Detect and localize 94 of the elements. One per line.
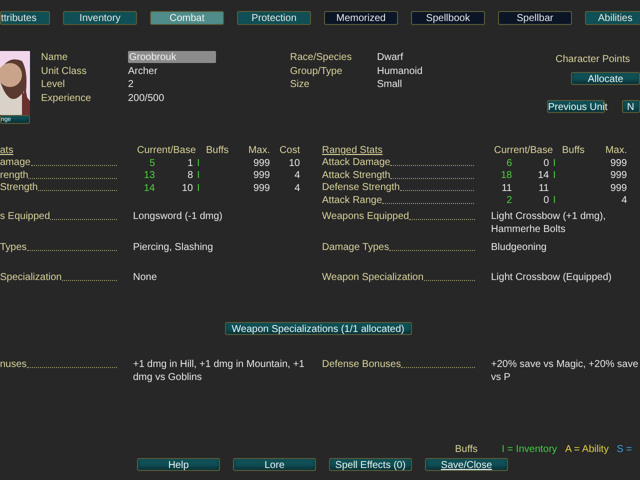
field-label: Group/Type bbox=[290, 64, 344, 78]
stat-value: 13 bbox=[142, 169, 155, 182]
field-value: Dwarf bbox=[377, 51, 404, 64]
stat-value: 999 bbox=[252, 156, 270, 169]
unit-nav-button[interactable]: Previous Unit bbox=[547, 100, 605, 113]
stat-value: 999 bbox=[609, 169, 627, 182]
stat-value: 11 bbox=[538, 182, 549, 194]
section-title: Ranged Stats bbox=[322, 144, 384, 156]
stat-value: 18 bbox=[500, 169, 512, 182]
stat-label: Attack Range bbox=[322, 194, 382, 206]
tab[interactable]: Memorized bbox=[324, 11, 398, 25]
detail-label: Specialization bbox=[0, 271, 62, 284]
tab[interactable]: Protection bbox=[237, 11, 311, 25]
field-label: Experience bbox=[41, 92, 92, 105]
detail-label: Damage Types bbox=[322, 240, 390, 254]
stat-label: Attack Damage bbox=[322, 156, 390, 169]
field-value: Archer bbox=[128, 64, 158, 78]
detail-value: +1 dmg in Hill, +1 dmg in Mountain, +1 dmg vs Goblins bbox=[133, 358, 306, 384]
stat-value: 1 bbox=[186, 156, 193, 169]
tab[interactable]: Abilities bbox=[585, 11, 640, 25]
unit-nav-button[interactable]: N bbox=[622, 100, 640, 113]
stat-label: rength bbox=[0, 168, 28, 182]
stat-value: 2 bbox=[505, 194, 512, 206]
field-value: 2 bbox=[128, 78, 135, 92]
weapon-specializations-button[interactable]: Weapon Specializations (1/1 allocated) bbox=[224, 322, 412, 334]
footer-button[interactable]: Lore bbox=[233, 458, 316, 470]
character-points-label: Character Points bbox=[556, 53, 630, 66]
field-label: Unit Class bbox=[41, 64, 88, 78]
column-header: Current/Base bbox=[137, 144, 193, 156]
detail-value: Light Crossbow (Equipped) bbox=[491, 271, 613, 285]
footer-button[interactable]: Help bbox=[137, 458, 220, 470]
stat-value: 8 bbox=[186, 169, 193, 182]
stat-value: 11 bbox=[500, 182, 512, 194]
column-header: Max. bbox=[248, 145, 270, 156]
buff-marker: I bbox=[197, 170, 200, 181]
column-header: Buffs bbox=[562, 145, 585, 156]
detail-value: Longsword (-1 dmg) bbox=[133, 210, 224, 224]
buff-marker: I bbox=[197, 182, 200, 194]
allocate-button[interactable]: Allocate bbox=[571, 72, 640, 85]
stat-label: amage bbox=[0, 156, 31, 169]
buff-marker: I bbox=[553, 195, 556, 206]
tab[interactable]: ttributes bbox=[0, 11, 50, 25]
field-value: Small bbox=[377, 78, 404, 92]
section-title: ats bbox=[0, 144, 14, 156]
tab[interactable]: Spellbook bbox=[411, 11, 485, 25]
stat-value: 999 bbox=[609, 156, 627, 169]
detail-label: s Equipped bbox=[0, 210, 50, 223]
buff-marker: I bbox=[553, 170, 556, 181]
tab[interactable]: Inventory bbox=[63, 11, 137, 25]
detail-value: +20% save vs Magic, +20% save vs P bbox=[491, 358, 640, 384]
detail-value: Light Crossbow (+1 dmg), Hammerhe Bolts bbox=[491, 210, 607, 237]
legend-item: A = Ability bbox=[565, 442, 609, 456]
stat-value: 4 bbox=[293, 182, 300, 194]
buff-marker: I bbox=[553, 158, 556, 168]
legend-item: S = bbox=[616, 442, 632, 456]
detail-label: Defense Bonuses bbox=[322, 358, 401, 370]
detail-label: Weapon Specialization bbox=[322, 271, 424, 284]
detail-value: Bludgeoning bbox=[491, 240, 548, 254]
stat-value: 14 bbox=[536, 169, 549, 182]
stat-value: 999 bbox=[252, 182, 270, 194]
stat-label: Strength bbox=[0, 181, 38, 194]
footer-button[interactable]: Save/Close bbox=[425, 458, 508, 470]
stat-value: 4 bbox=[293, 169, 300, 182]
detail-value: None bbox=[133, 271, 158, 285]
stat-value: 0 bbox=[542, 156, 549, 169]
column-header: Cost bbox=[278, 144, 300, 156]
stat-value: 10 bbox=[180, 182, 193, 194]
stat-label: Attack Strength bbox=[322, 168, 390, 182]
stat-value: 4 bbox=[620, 194, 627, 206]
column-header: Max. bbox=[605, 145, 627, 156]
field-label: Name bbox=[41, 51, 69, 64]
stat-value: 6 bbox=[505, 156, 512, 169]
field-value: Humanoid bbox=[377, 64, 424, 78]
footer-button[interactable]: Spell Effects (0) bbox=[329, 458, 412, 470]
stat-value: 0 bbox=[542, 194, 549, 206]
field-value: 200/500 bbox=[128, 92, 166, 105]
detail-label: nuses bbox=[0, 358, 27, 370]
legend-title: Buffs bbox=[455, 442, 479, 456]
stat-value: 5 bbox=[148, 156, 155, 169]
buff-marker: I bbox=[197, 158, 200, 168]
stat-value: 10 bbox=[288, 156, 300, 169]
stat-label: Defense Strength bbox=[322, 181, 400, 194]
stat-value: 14 bbox=[142, 182, 155, 194]
tab[interactable]: Spellbar bbox=[498, 11, 572, 25]
stat-value: 999 bbox=[252, 169, 270, 182]
column-header: Buffs bbox=[206, 145, 229, 156]
field-label: Race/Species bbox=[290, 51, 353, 64]
legend-item: I = Inventory bbox=[502, 442, 558, 456]
stat-value: 999 bbox=[609, 182, 627, 194]
field-label: Size bbox=[290, 78, 310, 92]
detail-label: Types bbox=[0, 240, 27, 254]
detail-label: Weapons Equipped bbox=[322, 210, 410, 223]
field-label: Level bbox=[41, 78, 66, 92]
detail-value: Piercing, Slashing bbox=[133, 240, 214, 254]
